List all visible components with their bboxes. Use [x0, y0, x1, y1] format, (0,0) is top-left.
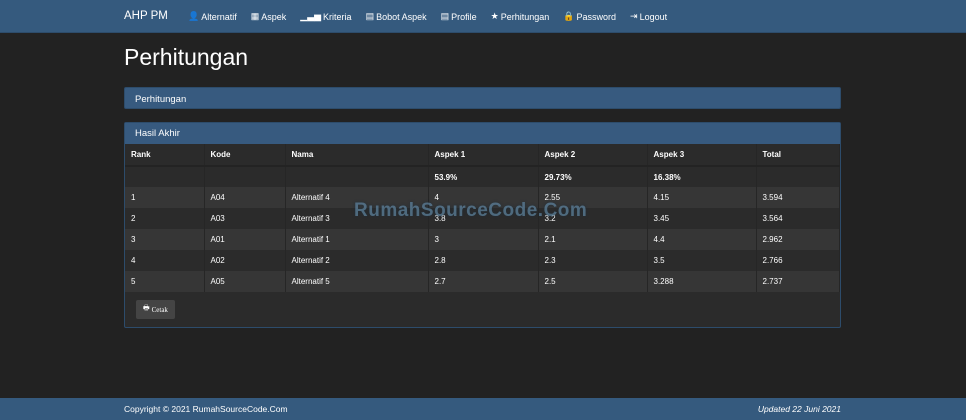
grid-icon: ▦ — [250, 11, 260, 21]
table-cell: 4 — [125, 250, 205, 271]
signal-bars-icon: ▁▃▅ — [300, 11, 322, 21]
weight-cell — [125, 166, 205, 187]
table-cell: 1 — [125, 187, 205, 208]
table-cell: 2.1 — [538, 229, 648, 250]
table-cell: 5 — [125, 271, 205, 292]
table-cell: Alternatif 1 — [285, 229, 429, 250]
calendar-icon: ▤ — [440, 11, 450, 21]
table-cell: A01 — [204, 229, 286, 250]
user-icon: 👤 — [188, 11, 200, 21]
weight-cell — [756, 166, 840, 187]
perhitungan-panel: Perhitungan — [124, 87, 841, 109]
panel-title: Hasil Akhir — [125, 123, 840, 144]
table-cell: 2.3 — [538, 250, 648, 271]
table-cell: 3.564 — [756, 208, 840, 229]
table-cell: Alternatif 2 — [285, 250, 429, 271]
column-header: Total — [756, 144, 840, 166]
page-title: Perhitungan — [124, 44, 249, 70]
table-cell: A04 — [204, 187, 286, 208]
table-cell: A03 — [204, 208, 286, 229]
nav-item-profile[interactable]: ▤ Profile — [441, 11, 477, 22]
weights-row: 53.9% 29.73% 16.38% — [125, 166, 840, 187]
table-cell: 2.8 — [428, 250, 539, 271]
table-cell: A02 — [204, 250, 286, 271]
nav-item-perhitungan[interactable]: ★ Perhitungan — [491, 11, 550, 22]
copyright-text: Copyright © 2021 RumahSourceCode.Com — [124, 404, 288, 414]
watermark: RumahSourceCode.Com — [354, 200, 588, 221]
weight-cell — [204, 166, 286, 187]
column-header: Aspek 2 — [538, 144, 648, 166]
nav-item-label: Alternatif — [201, 11, 237, 22]
nav-item-password[interactable]: 🔒 Password — [563, 11, 616, 22]
logout-icon: ⇥ — [630, 11, 638, 21]
nav-item-label: Bobot Aspek — [376, 11, 427, 22]
column-header: Aspek 3 — [647, 144, 757, 166]
nav-item-label: Password — [576, 11, 617, 22]
table-header-row: Rank Kode Nama Aspek 1 Aspek 2 Aspek 3 Total — [125, 144, 840, 166]
print-button-label: Cetak — [151, 305, 168, 314]
column-header: Kode — [204, 144, 286, 166]
panel-title: Perhitungan — [135, 94, 187, 105]
table-cell: 2.737 — [756, 271, 840, 292]
table-row: 5 A05 Alternatif 5 2.7 2.5 3.288 2.737 — [125, 271, 840, 292]
table-row: 4 A02 Alternatif 2 2.8 2.3 3.5 2.766 — [125, 250, 840, 271]
nav-item-bobot-aspek[interactable]: ▤ Bobot Aspek — [366, 11, 427, 22]
table-cell: 3.5 — [647, 250, 757, 271]
nav-menu: 👤 Alternatif ▦ Aspek ▁▃▅ Kriteria ▤ Bobot Aspek… — [188, 11, 681, 22]
weight-cell: 53.9% — [428, 166, 539, 187]
nav-item-kriteria[interactable]: ▁▃▅ Kriteria — [300, 11, 351, 22]
nav-item-alternatif[interactable]: 👤 Alternatif — [188, 11, 237, 22]
table-cell: 2 — [125, 208, 205, 229]
print-button[interactable]: 🖶 Cetak — [136, 300, 175, 319]
column-header: Rank — [125, 144, 205, 166]
calendar-icon: ▤ — [365, 11, 375, 21]
table-cell: A05 — [204, 271, 286, 292]
brand-link[interactable]: AHP PM — [124, 10, 168, 22]
table-cell: 2.7 — [428, 271, 539, 292]
lock-icon: 🔒 — [563, 11, 575, 21]
table-cell: 3 — [125, 229, 205, 250]
updated-text: Updated 22 Juni 2021 — [757, 404, 841, 414]
table-cell: 3 — [428, 229, 539, 250]
nav-item-label: Kriteria — [323, 11, 352, 22]
column-header: Nama — [285, 144, 429, 166]
nav-item-label: Aspek — [261, 11, 287, 22]
nav-item-label: Profile — [451, 11, 477, 22]
nav-item-logout[interactable]: ⇥ Logout — [630, 11, 667, 22]
navbar: AHP PM 👤 Alternatif ▦ Aspek ▁▃▅ Kriteria ▤ Bobo… — [0, 0, 966, 33]
nav-item-label: Perhitungan — [500, 11, 550, 22]
hasil-akhir-panel: Hasil Akhir Rank Kode Nama Aspek 1 Aspek 2 As… — [124, 122, 841, 328]
table-cell: 2.962 — [756, 229, 840, 250]
nav-item-aspek[interactable]: ▦ Aspek — [251, 11, 287, 22]
footer: Copyright © 2021 RumahSourceCode.Com Upd… — [0, 398, 966, 420]
weight-cell: 29.73% — [538, 166, 648, 187]
star-icon: ★ — [490, 11, 499, 21]
table-cell: 2.766 — [756, 250, 840, 271]
table-cell: 4.15 — [647, 187, 757, 208]
table-cell: 3.288 — [647, 271, 757, 292]
nav-item-label: Logout — [639, 11, 668, 22]
table-cell: Alternatif 5 — [285, 271, 429, 292]
print-icon: 🖶 — [143, 304, 150, 312]
table-cell: 2.5 — [538, 271, 648, 292]
weight-cell — [285, 166, 429, 187]
table-cell: 4.4 — [647, 229, 757, 250]
weight-cell: 16.38% — [647, 166, 757, 187]
table-row: 3 A01 Alternatif 1 3 2.1 4.4 2.962 — [125, 229, 840, 250]
table-cell: 3.594 — [756, 187, 840, 208]
column-header: Aspek 1 — [428, 144, 539, 166]
table-cell: 3.45 — [647, 208, 757, 229]
